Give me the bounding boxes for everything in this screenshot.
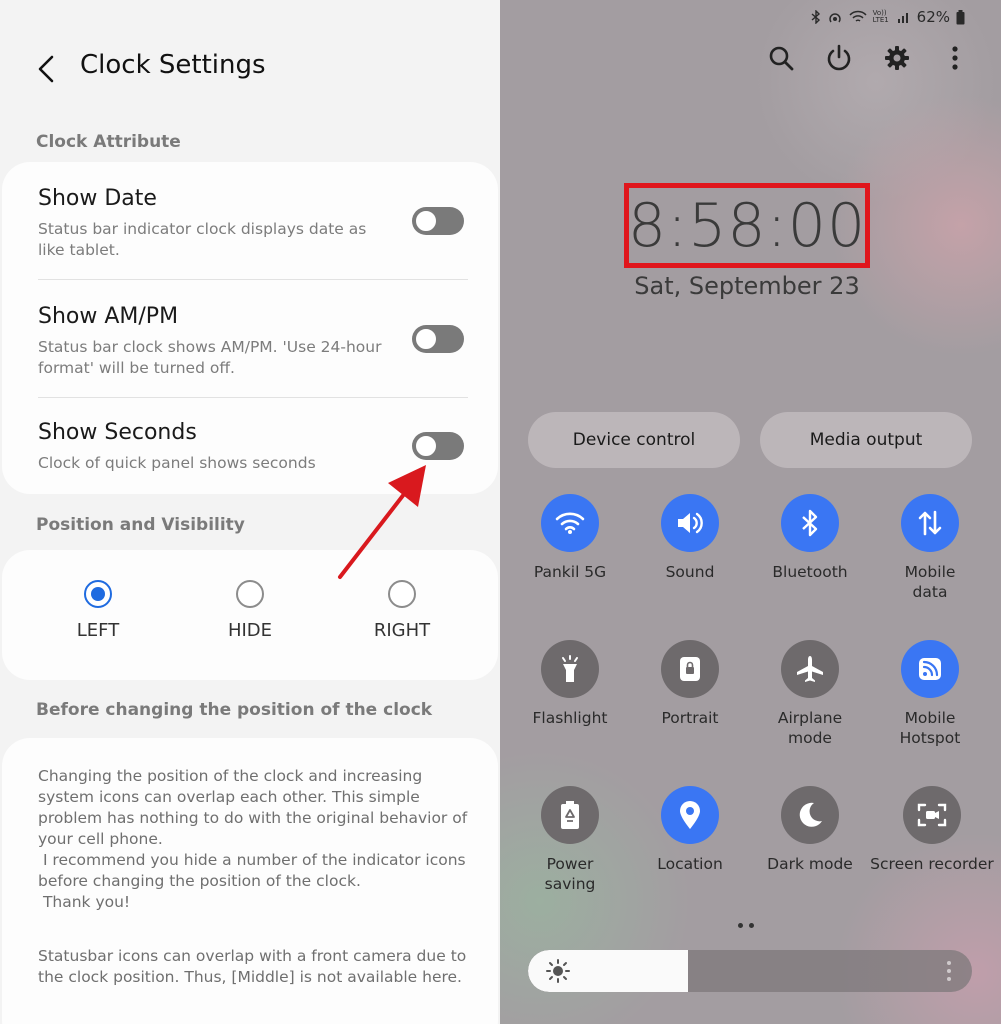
tile-label: Flashlight <box>532 709 608 727</box>
settings-button[interactable] <box>881 40 913 76</box>
hotspot-icon <box>919 658 941 680</box>
tile-label: Sound <box>665 563 715 581</box>
show-date-row[interactable]: Show Date Status bar indicator clock dis… <box>2 162 498 280</box>
section-position-visibility: Position and Visibility <box>36 515 245 535</box>
search-icon <box>769 46 794 71</box>
quick-panel-clock[interactable]: 8:58:00 <box>628 191 866 261</box>
show-date-toggle[interactable] <box>412 207 464 235</box>
show-seconds-title: Show Seconds <box>38 420 197 445</box>
clock-attribute-card: Show Date Status bar indicator clock dis… <box>2 162 498 494</box>
tile-flashlight[interactable]: Flashlight <box>510 640 630 728</box>
network-badge: Vo)) LTE1 <box>872 9 889 24</box>
page-title: Clock Settings <box>80 50 266 80</box>
search-button[interactable] <box>765 40 797 76</box>
tile-sound[interactable]: Sound <box>630 494 750 582</box>
tile-dark-mode[interactable]: Dark mode <box>750 786 870 874</box>
hotspot-status-icon <box>828 13 841 23</box>
back-button[interactable] <box>30 52 62 86</box>
tile-label: Airplane mode <box>777 709 843 747</box>
bluetooth-status-icon <box>811 10 820 24</box>
device-control-button[interactable]: Device control <box>528 412 740 468</box>
status-bar: Vo)) LTE1 62% <box>811 8 965 26</box>
tile-power-saving[interactable]: Power saving <box>510 786 630 894</box>
location-icon <box>680 801 700 829</box>
tile-mobile-data[interactable]: Mobile data <box>870 494 990 602</box>
wifi-icon <box>555 512 585 534</box>
tile-label: Bluetooth <box>772 563 848 581</box>
position-hide-option[interactable]: HIDE <box>190 580 310 641</box>
airplane-icon <box>797 656 823 682</box>
mobile-data-icon <box>918 510 942 536</box>
radio-hide[interactable] <box>236 580 264 608</box>
brightness-slider[interactable] <box>528 950 972 992</box>
power-icon <box>827 44 851 71</box>
show-ampm-title: Show AM/PM <box>38 304 179 329</box>
note-text-camera: Statusbar icons can overlap with a front… <box>38 947 472 986</box>
brightness-more-icon[interactable] <box>946 960 952 982</box>
flashlight-icon <box>562 655 578 682</box>
gear-icon <box>885 46 909 70</box>
more-options-button[interactable] <box>939 40 971 76</box>
screen-recorder-icon <box>917 803 947 827</box>
show-ampm-row[interactable]: Show AM/PM Status bar clock shows AM/PM.… <box>2 280 498 398</box>
tile-label: Pankil 5G <box>533 563 607 581</box>
bluetooth-icon <box>802 509 818 537</box>
tile-label: Screen recorder <box>870 855 994 873</box>
power-button[interactable] <box>823 40 855 76</box>
power-saving-icon <box>561 801 579 829</box>
battery-icon <box>956 9 965 24</box>
battery-percent: 62% <box>916 8 950 26</box>
tile-label: Power saving <box>544 855 596 893</box>
tile-screen-recorder[interactable]: Screen recorder <box>870 786 994 874</box>
sound-icon <box>678 512 703 534</box>
note-card: Changing the position of the clock and i… <box>2 738 498 1024</box>
quick-panel-toolbar <box>765 40 971 76</box>
tile-bluetooth[interactable]: Bluetooth <box>750 494 870 582</box>
position-label: RIGHT <box>373 620 431 641</box>
more-vert-icon <box>952 46 958 70</box>
portrait-lock-icon <box>680 657 700 681</box>
show-date-subtitle: Status bar indicator clock displays date… <box>38 220 367 259</box>
show-date-title: Show Date <box>38 186 157 211</box>
tile-label: Dark mode <box>767 855 853 873</box>
tile-airplane[interactable]: Airplane mode <box>750 640 870 748</box>
position-left-option[interactable]: LEFT <box>38 580 158 641</box>
signal-icon <box>897 13 908 23</box>
quick-panel-date[interactable]: Sat, September 23 <box>624 272 870 300</box>
annotation-arrow <box>338 465 426 579</box>
tile-label: Portrait <box>661 709 719 727</box>
tile-label: Mobile data <box>904 563 956 601</box>
tile-portrait[interactable]: Portrait <box>630 640 750 728</box>
clock-highlight-box: 8:58:00 <box>624 183 870 268</box>
back-arrow-icon <box>38 55 54 83</box>
section-clock-attribute: Clock Attribute <box>36 132 181 152</box>
media-output-button[interactable]: Media output <box>760 412 972 468</box>
tile-mobile-hotspot[interactable]: Mobile Hotspot <box>870 640 990 748</box>
clock-settings-screen: Clock Settings Clock Attribute Show Date… <box>0 0 500 1024</box>
tile-label: Location <box>657 855 723 873</box>
show-ampm-toggle[interactable] <box>412 325 464 353</box>
tile-location[interactable]: Location <box>630 786 750 874</box>
position-label: LEFT <box>76 620 120 641</box>
tile-wifi[interactable]: Pankil 5G <box>510 494 630 582</box>
quick-panel: Vo)) LTE1 62% 8:58:00 Sat, September 23 … <box>500 0 1001 1024</box>
position-right-option[interactable]: RIGHT <box>342 580 462 641</box>
radio-left[interactable] <box>84 580 112 608</box>
dark-mode-icon <box>799 802 822 827</box>
brightness-sun-icon <box>546 959 570 983</box>
section-before-changing: Before changing the position of the cloc… <box>36 700 433 720</box>
tile-label: Mobile Hotspot <box>899 709 961 747</box>
page-indicator <box>738 923 754 928</box>
position-label: HIDE <box>227 620 273 641</box>
note-text: Changing the position of the clock and i… <box>38 767 473 911</box>
wifi-status-icon <box>849 10 867 22</box>
show-ampm-subtitle: Status bar clock shows AM/PM. 'Use 24-ho… <box>38 338 382 377</box>
